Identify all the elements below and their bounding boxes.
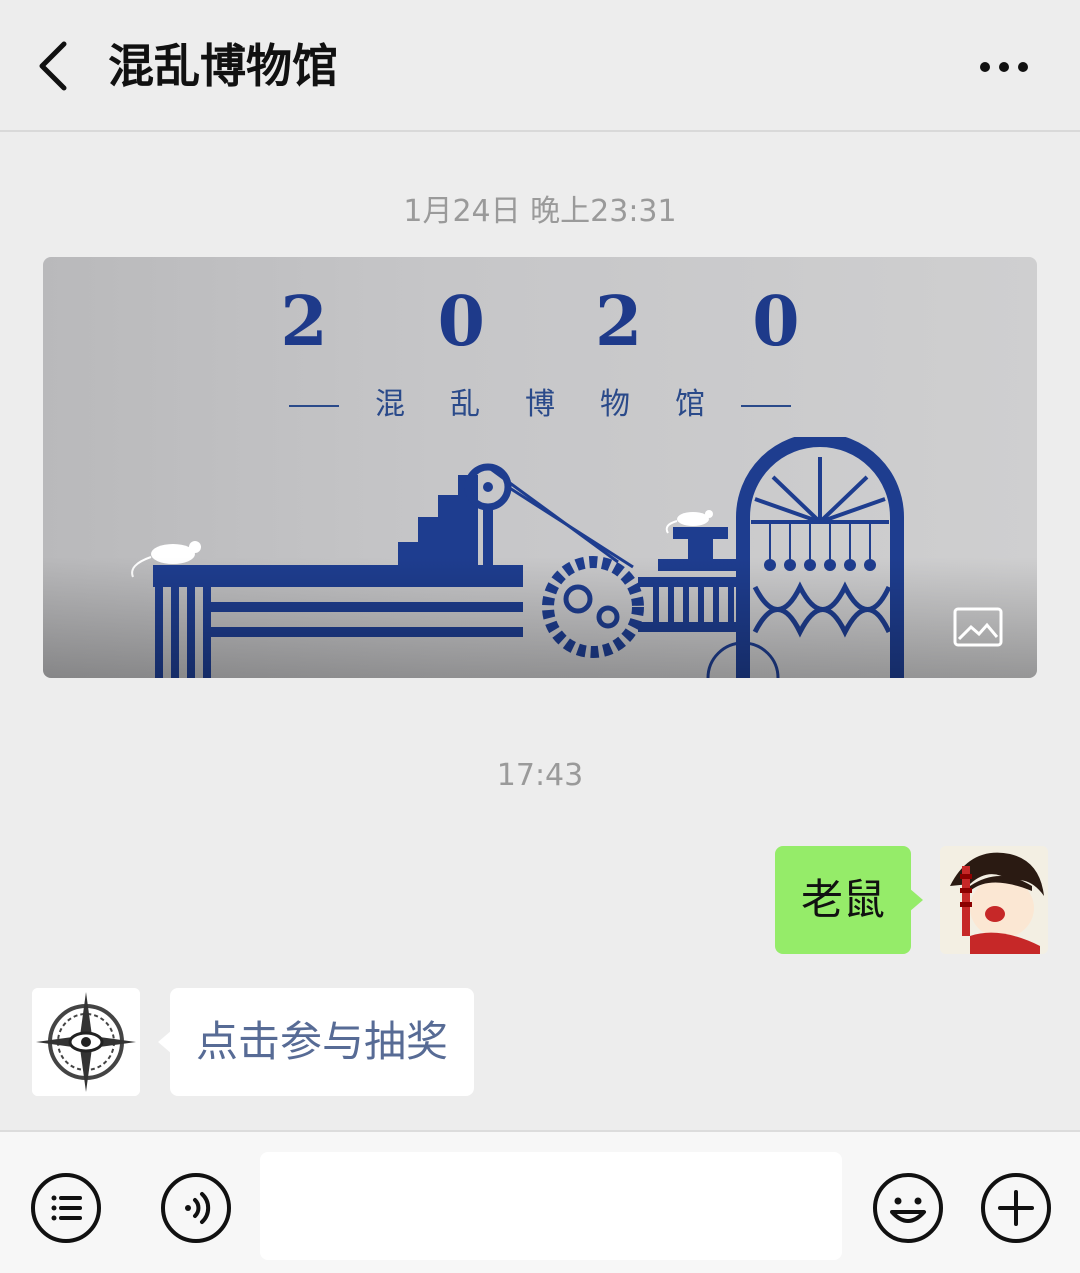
message-timestamp: 1月24日 晚上23:31: [403, 194, 677, 229]
divider: [289, 404, 339, 407]
user-avatar-icon: [940, 846, 1048, 954]
incoming-link-bubble[interactable]: 点击参与抽奖: [157, 988, 475, 1096]
compass-eye-logo-icon: [32, 988, 140, 1096]
card-year-text: 2020: [280, 282, 910, 362]
menu-list-icon[interactable]: [30, 1172, 102, 1244]
chat-title: 混乱博物馆: [108, 39, 338, 93]
more-dots-icon[interactable]: [975, 55, 1035, 79]
divider: [741, 404, 791, 407]
chat-input-toolbar: [0, 1130, 1080, 1273]
voice-icon[interactable]: [160, 1172, 232, 1244]
avatar[interactable]: [940, 846, 1048, 954]
card-subtitle-text: 混乱博物馆: [375, 387, 750, 422]
message-input[interactable]: [260, 1152, 842, 1260]
image-icon: [953, 607, 1003, 647]
outgoing-message-bubble[interactable]: 老鼠: [775, 846, 924, 954]
avatar[interactable]: [32, 988, 140, 1096]
chat-header: 混乱博物馆: [0, 0, 1080, 132]
plus-icon[interactable]: [980, 1172, 1052, 1244]
emoji-icon[interactable]: [872, 1172, 944, 1244]
card-subtitle: 混乱博物馆: [43, 379, 1037, 423]
card-bottom-shade: [43, 557, 1037, 678]
message-timestamp: 17:43: [496, 758, 584, 793]
chevron-left-icon[interactable]: [30, 36, 80, 96]
article-image-card[interactable]: 2020 混乱博物馆: [43, 257, 1037, 678]
